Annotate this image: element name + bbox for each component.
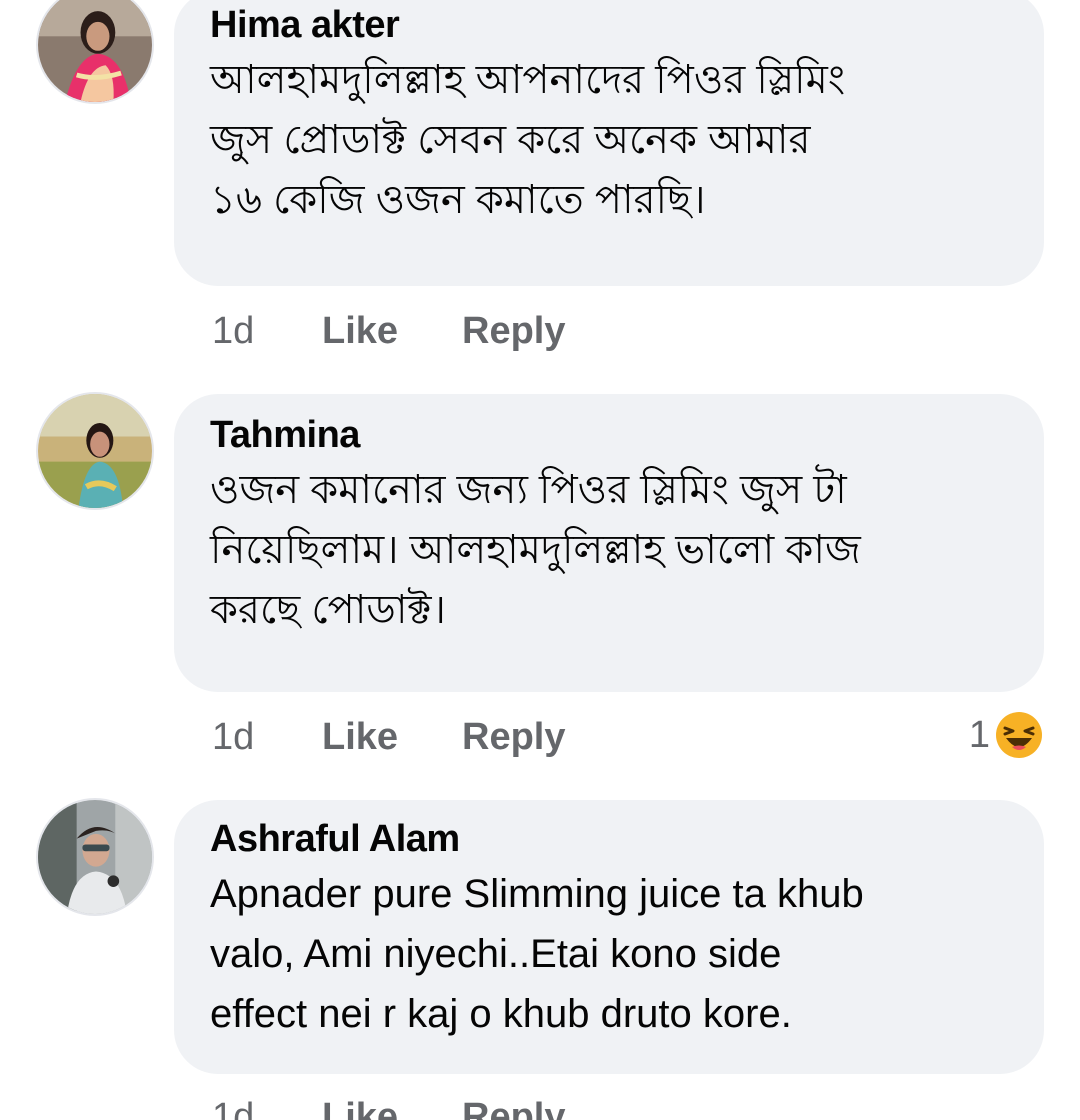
haha-emoji-icon [996,712,1042,758]
reply-button[interactable]: Reply [462,310,565,353]
comment-timestamp[interactable]: 1d [212,1096,322,1120]
comment-author[interactable]: Tahmina [210,410,1008,460]
reply-button[interactable]: Reply [462,1096,565,1120]
like-button[interactable]: Like [322,310,462,353]
like-button[interactable]: Like [322,1096,462,1120]
comment-bubble: Hima akter আলহামদুলিল্লাহ আপনাদের পিওর স… [174,0,1044,286]
comment-actions: 1d Like Reply [212,1092,565,1120]
comment-bubble: Tahmina ওজন কমানোর জন্য পিওর স্লিমিং জুস… [174,394,1044,692]
avatar[interactable] [36,798,154,916]
reply-button[interactable]: Reply [462,716,565,759]
reaction-count: 1 [968,713,990,756]
reaction-summary[interactable]: 1 [969,710,1044,760]
comment-actions: 1d Like Reply [212,306,565,356]
comment-author[interactable]: Ashraful Alam [210,814,1008,864]
comments-feed: Hima akter আলহামদুলিল্লাহ আপনাদের পিওর স… [0,0,1080,1120]
comment-actions: 1d Like Reply [212,712,565,762]
comment-author[interactable]: Hima akter [210,0,1008,50]
avatar[interactable] [36,392,154,510]
like-button[interactable]: Like [322,716,462,759]
comment-timestamp[interactable]: 1d [212,716,322,759]
comment-text: Apnader pure Slimming juice ta khub valo… [210,872,864,1036]
comment-text: ওজন কমানোর জন্য পিওর স্লিমিং জুস টা নিয়… [210,468,861,632]
comment-timestamp[interactable]: 1d [212,310,322,353]
comment-bubble: Ashraful Alam Apnader pure Slimming juic… [174,800,1044,1074]
avatar[interactable] [36,0,154,104]
comment-text: আলহামদুলিল্লাহ আপনাদের পিওর স্লিমিং জুস … [210,58,846,222]
